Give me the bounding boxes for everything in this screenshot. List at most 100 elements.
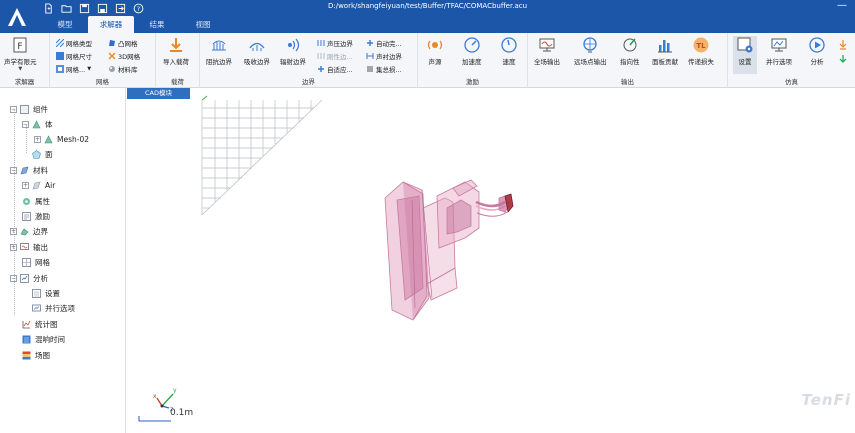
collapse-toggle[interactable]: − [22,120,29,128]
buffer-model[interactable] [384,179,514,321]
mesh-type-label: 网格类型 [66,39,92,48]
tab-solver[interactable]: 求解器 [88,16,134,33]
tree-item-materials[interactable]: − 材料 [10,163,48,177]
tree-item-label: 输出 [33,242,48,252]
absorbing-boundary-icon [249,42,265,51]
3d-mesh-button[interactable]: 3D网格 [108,50,140,61]
tree-item-label: 体 [45,119,53,129]
tree-item-label: 设置 [45,288,60,298]
tree-item-settings[interactable]: 设置 [32,286,60,300]
tab-view[interactable]: 视图 [180,16,226,33]
model-canvas[interactable]: y x z [127,88,855,433]
import-load-button[interactable]: 导入载荷 [163,36,189,66]
transmission-loss-icon: TL [693,37,709,53]
mesh-group: 网格类型 网格尺寸 网格... ▼ 凸网格 3D网格 材料库 网格 [50,33,156,88]
tree-item-reverb-time[interactable]: 混响时间 [22,332,65,346]
tree-item-output[interactable]: + 输出 [10,240,48,254]
tree-item-excitation[interactable]: 激励 [22,209,50,223]
transmission-loss-label: 传递损失 [688,58,714,66]
analyze-button[interactable]: 分析 [808,36,826,66]
settings-button[interactable]: 设置 [733,36,757,74]
expand-toggle[interactable]: + [10,243,17,251]
liner-boundary-button[interactable]: 声衬边界 [366,50,402,61]
mesh-more-dropdown[interactable]: ▼ [87,66,91,72]
statistics-icon [22,320,31,328]
radiation-boundary-button[interactable]: 辐射边界 [280,36,306,66]
tree-item-parallel-options[interactable]: 并行选项 [32,301,75,315]
absorbing-boundary-button[interactable]: 吸收边界 [244,36,270,66]
simulation-group-label: 仿真 [785,78,798,86]
lumped-loss-label: 集总损... [376,65,402,74]
adaptive-boundary-button[interactable]: 自适应... [317,63,353,74]
sound-source-label: 声源 [428,58,442,66]
pressure-boundary-button[interactable]: 声压边界 [317,37,353,48]
mesh-type-button[interactable]: 网格类型 [56,37,92,48]
tree-item-label: Mesh-02 [57,134,89,144]
mesh-more-label: 网格... [66,65,86,74]
auto-complete-button[interactable]: 自动完... [366,37,402,48]
impedance-boundary-button[interactable]: 阻抗边界 [206,36,232,66]
mesh-icon [22,257,31,267]
tree-item-mesh-02[interactable]: + Mesh-02 [34,132,89,146]
absorbing-boundary-label: 吸收边界 [244,58,270,66]
import-load-icon [170,38,182,52]
tree-item-properties[interactable]: 属性 [22,194,50,208]
tree-item-face[interactable]: 面 [32,147,53,161]
rigid-boundary-button[interactable]: 刚性边... [317,50,353,61]
parallel-options-label: 并行选项 [766,58,792,66]
load-group-label: 载荷 [171,78,184,86]
collapse-toggle[interactable]: − [10,274,17,282]
material-library-button[interactable]: 材料库 [108,63,138,74]
title-bar: ? D:/work/shangfeiyuan/test/Buffer/TFAC/… [0,0,855,33]
tree-item-boundary[interactable]: + 边界 [10,224,48,238]
convex-mesh-icon [109,39,115,46]
analyze-label: 分析 [810,58,824,66]
directivity-button[interactable]: 指向性 [620,36,640,66]
expand-toggle[interactable]: + [10,227,17,235]
tab-results[interactable]: 结果 [134,16,180,33]
material-icon [20,166,29,174]
tree-item-label: 组件 [33,104,48,114]
tree-item-analysis[interactable]: − 分析 [10,271,48,285]
download-arrows-icon[interactable] [838,39,848,69]
solver-dropdown-arrow[interactable]: ▼ [4,66,37,72]
field-plot-icon [22,351,31,359]
rigid-boundary-label: 刚性边... [327,52,353,61]
tree-item-label: 面 [45,149,53,159]
tree-item-field-plot[interactable]: 场图 [22,348,50,362]
far-field-output-button[interactable]: 远场点输出 [574,36,607,66]
collapse-toggle[interactable]: − [10,105,17,113]
tree-item-statistics[interactable]: 统计图 [22,317,58,331]
minimize-button[interactable]: — [837,0,847,11]
lumped-loss-button[interactable]: 集总损... [366,63,402,74]
acceleration-button[interactable]: 加速度 [462,36,482,66]
collapse-toggle[interactable]: − [10,166,17,174]
transmission-loss-button[interactable]: TL 传递损失 [688,36,714,66]
tree-item-components[interactable]: − 组件 [10,102,48,116]
panel-contribution-icon [658,40,672,53]
parallel-options-button[interactable]: 并行选项 [766,36,792,66]
velocity-label: 速度 [502,58,516,66]
sound-source-button[interactable]: 声源 [426,36,444,66]
full-field-output-button[interactable]: 全场输出 [534,36,560,66]
velocity-button[interactable]: 速度 [500,36,518,66]
tree-item-body[interactable]: − 体 [22,117,53,131]
expand-toggle[interactable]: + [34,135,41,143]
rigid-boundary-icon [317,52,325,59]
tab-model[interactable]: 模型 [42,16,88,33]
ribbon: F 声学有限元 ▼ 求解器 网格类型 网格尺寸 网格... ▼ 凸网格 3D网格… [0,33,855,88]
convex-mesh-button[interactable]: 凸网格 [108,37,138,48]
load-group: 导入载荷 载荷 [156,33,200,88]
3d-viewport[interactable]: CAD模块 y x z 0.1m TenFi [127,88,855,433]
mesh-size-button[interactable]: 网格尺寸 [56,50,92,61]
radiation-boundary-icon [288,38,300,52]
tree-item-air[interactable]: + Air [22,178,55,192]
mesh-more-button[interactable]: 网格... ▼ [56,63,91,74]
y-axis-label: y [173,387,177,394]
window-title: D:/work/shangfeiyuan/test/Buffer/TFAC/CO… [327,2,528,10]
tree-item-mesh[interactable]: 网格 [22,255,50,269]
expand-toggle[interactable]: + [22,181,29,189]
convex-mesh-label: 凸网格 [118,39,138,48]
acoustic-fem-button[interactable]: F 声学有限元 ▼ [4,36,37,72]
panel-contribution-button[interactable]: 面板贡献 [652,36,678,66]
